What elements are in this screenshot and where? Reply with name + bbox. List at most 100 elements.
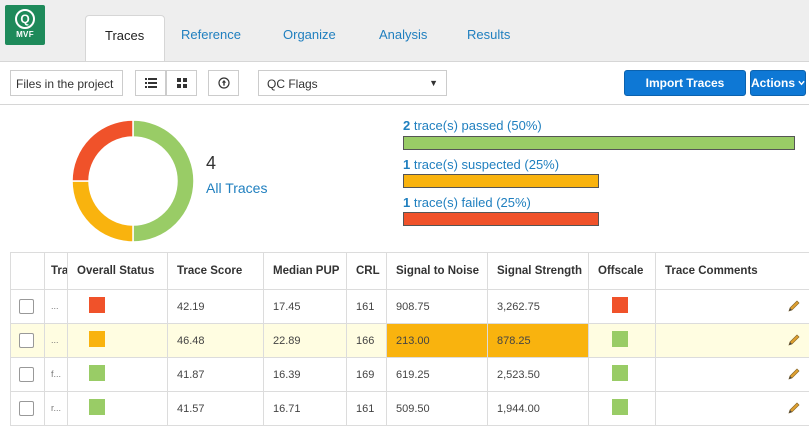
passed-text: trace(s) passed (50%) xyxy=(410,118,542,133)
pencil-icon[interactable] xyxy=(787,367,801,384)
offscale-indicator xyxy=(612,399,628,415)
qc-flags-select[interactable]: QC Flags ▼ xyxy=(258,70,447,96)
pencil-icon[interactable] xyxy=(787,333,801,350)
all-traces-link[interactable]: All Traces xyxy=(206,180,267,196)
tab-reference[interactable]: Reference xyxy=(165,15,267,61)
main-tabs: Traces Reference Organize Analysis Resul… xyxy=(85,15,531,61)
list-view-button[interactable] xyxy=(135,70,166,96)
app-logo[interactable]: Q MVF xyxy=(5,5,45,45)
toolbar: Files in the project QC Flags ▼ Import T… xyxy=(0,62,809,105)
failed-text: trace(s) failed (25%) xyxy=(410,195,531,210)
table-row[interactable]: ... 42.19 17.45 161 908.75 3,262.75 xyxy=(10,289,809,324)
table-header: Tra Overall Status Trace Score Median PU… xyxy=(10,252,809,290)
suspected-bar xyxy=(403,174,599,188)
suspected-text: trace(s) suspected (25%) xyxy=(410,157,560,172)
crl: 166 xyxy=(346,323,387,358)
trace-score: 42.19 xyxy=(167,289,264,324)
table-row[interactable]: ... 46.48 22.89 166 213.00 878.25 xyxy=(10,323,809,358)
offscale-indicator xyxy=(612,297,628,313)
grid-view-button[interactable] xyxy=(166,70,197,96)
status-donut-chart xyxy=(71,119,195,243)
signal-strength: 1,944.00 xyxy=(487,391,589,426)
files-in-project-label: Files in the project xyxy=(10,70,123,96)
trace-comments-cell[interactable] xyxy=(655,323,809,358)
traces-table: Tra Overall Status Trace Score Median PU… xyxy=(10,252,809,426)
signal-strength: 3,262.75 xyxy=(487,289,589,324)
chevron-down-icon xyxy=(798,80,805,86)
column-header-overall-status[interactable]: Overall Status xyxy=(67,252,168,290)
tab-analysis[interactable]: Analysis xyxy=(364,15,451,61)
import-traces-button[interactable]: Import Traces xyxy=(624,70,746,96)
overall-status-indicator xyxy=(89,297,105,313)
offscale-indicator xyxy=(612,331,628,347)
median-pup: 16.39 xyxy=(263,357,347,392)
tab-traces[interactable]: Traces xyxy=(85,15,165,61)
suspected-label[interactable]: 1 trace(s) suspected (25%) xyxy=(403,157,559,172)
passed-bar xyxy=(403,136,795,150)
median-pup: 22.89 xyxy=(263,323,347,358)
caret-down-icon: ▼ xyxy=(429,78,438,88)
signal-to-noise: 509.50 xyxy=(386,391,488,426)
top-navigation: Q MVF Traces Reference Organize Analysis… xyxy=(0,0,809,62)
tab-results[interactable]: Results xyxy=(451,15,531,61)
offscale-indicator xyxy=(612,365,628,381)
signal-to-noise: 619.25 xyxy=(386,357,488,392)
column-header-offscale[interactable]: Offscale xyxy=(588,252,656,290)
list-view-icon xyxy=(144,78,157,88)
row-checkbox[interactable] xyxy=(19,367,34,382)
signal-strength: 2,523.50 xyxy=(487,357,589,392)
column-header-signal-to-noise[interactable]: Signal to Noise xyxy=(386,252,488,290)
trace-comments-cell[interactable] xyxy=(655,391,809,426)
crl: 169 xyxy=(346,357,387,392)
trace-name[interactable]: f... xyxy=(44,357,68,392)
signal-to-noise: 213.00 xyxy=(386,323,488,358)
trace-score: 46.48 xyxy=(167,323,264,358)
median-pup: 16.71 xyxy=(263,391,347,426)
column-header-crl[interactable]: CRL xyxy=(346,252,387,290)
overall-status-indicator xyxy=(89,365,105,381)
donut-slice-suspected[interactable] xyxy=(71,180,134,243)
trace-comments-cell[interactable] xyxy=(655,357,809,392)
logo-text: MVF xyxy=(16,29,34,39)
row-checkbox[interactable] xyxy=(19,401,34,416)
failed-bar xyxy=(403,212,599,226)
trace-count: 4 xyxy=(206,153,217,173)
donut-slice-failed[interactable] xyxy=(71,119,134,182)
failed-label[interactable]: 1 trace(s) failed (25%) xyxy=(403,195,531,210)
logo-glyph: Q xyxy=(15,8,35,29)
grid-view-icon xyxy=(176,78,187,88)
tab-organize[interactable]: Organize xyxy=(267,15,364,61)
overall-status-indicator xyxy=(89,331,105,347)
crl: 161 xyxy=(346,391,387,426)
donut-slice-passed[interactable] xyxy=(132,119,195,243)
pencil-icon[interactable] xyxy=(787,299,801,316)
row-checkbox[interactable] xyxy=(19,299,34,314)
column-header-trace-score[interactable]: Trace Score xyxy=(167,252,264,290)
upload-icon xyxy=(217,77,230,89)
passed-label[interactable]: 2 trace(s) passed (50%) xyxy=(403,118,542,133)
signal-to-noise: 908.75 xyxy=(386,289,488,324)
select-column-header[interactable] xyxy=(10,252,45,290)
trace-score: 41.87 xyxy=(167,357,264,392)
trace-name[interactable]: ... xyxy=(44,323,68,358)
pencil-icon[interactable] xyxy=(787,401,801,418)
qc-select-value: QC Flags xyxy=(267,77,318,91)
median-pup: 17.45 xyxy=(263,289,347,324)
column-header-trace-comments[interactable]: Trace Comments xyxy=(655,252,809,290)
crl: 161 xyxy=(346,289,387,324)
actions-button[interactable]: Actions xyxy=(750,70,806,96)
table-row[interactable]: f... 41.87 16.39 169 619.25 2,523.50 xyxy=(10,357,809,392)
trace-score: 41.57 xyxy=(167,391,264,426)
column-header-median-pup[interactable]: Median PUP xyxy=(263,252,347,290)
trace-comments-cell[interactable] xyxy=(655,289,809,324)
actions-label: Actions xyxy=(751,76,796,90)
table-row[interactable]: r... 41.57 16.71 161 509.50 1,944.00 xyxy=(10,391,809,426)
upload-button[interactable] xyxy=(208,70,239,96)
column-header-signal-strength[interactable]: Signal Strength xyxy=(487,252,589,290)
overall-status-indicator xyxy=(89,399,105,415)
signal-strength: 878.25 xyxy=(487,323,589,358)
row-checkbox[interactable] xyxy=(19,333,34,348)
trace-name[interactable]: ... xyxy=(44,289,68,324)
column-header-trace[interactable]: Tra xyxy=(44,252,68,290)
trace-name[interactable]: r... xyxy=(44,391,68,426)
